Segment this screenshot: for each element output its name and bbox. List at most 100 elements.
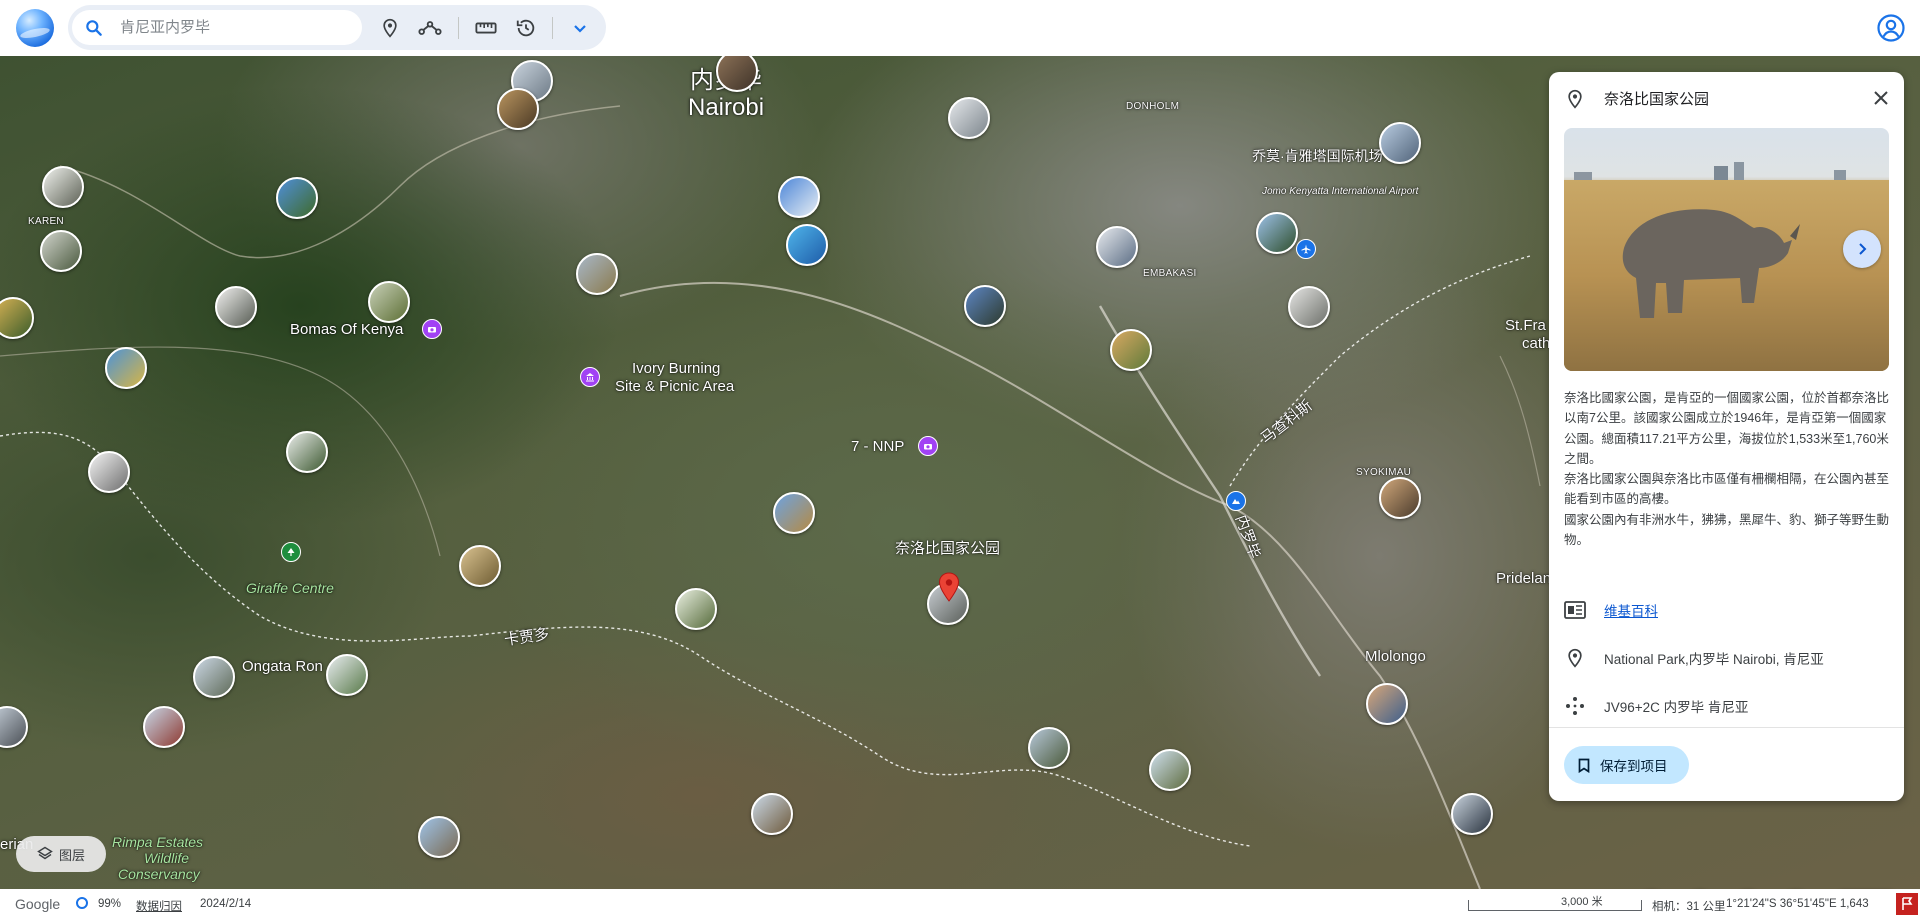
address-text: National Park,内罗毕 Nairobi, 肯尼亚 [1604,652,1824,667]
toolbar-divider [458,17,459,39]
photo-bubble[interactable] [42,166,84,208]
photo-bubble[interactable] [193,656,235,698]
account-icon[interactable] [1876,13,1906,43]
poi-landmark-icon[interactable] [1226,491,1246,511]
description-paragraph: 奈洛比國家公園，是肯亞的一個國家公園，位於首都奈洛比以南7公里。該國家公園成立於… [1564,391,1890,466]
photo-bubble[interactable] [368,281,410,323]
place-info-panel: 奈洛比国家公园 奈洛比國家公園，是肯亞的一個國家公園，位於首都奈洛比以南7公里。… [1549,72,1904,801]
search-icon[interactable] [84,18,104,38]
place-label-giraffe-centre: Giraffe Centre [246,580,334,596]
loading-percent: 99% [98,898,122,910]
location-pin-icon [383,18,397,38]
ruler-icon [475,22,497,34]
place-photo[interactable] [1564,128,1889,371]
search-box[interactable] [72,10,362,45]
measure-button[interactable] [471,13,501,43]
photo-bubble[interactable] [964,285,1006,327]
poi-museum-icon[interactable] [580,367,600,387]
photo-bubble[interactable] [1149,749,1191,791]
selected-location-pin-icon[interactable] [938,572,960,602]
photo-bubble[interactable] [751,793,793,835]
photo-bubble[interactable] [459,545,501,587]
airport-label-en: Jomo Kenyatta International Airport [1262,186,1419,197]
top-bar [0,0,1920,56]
camera-altitude: 相机：31 公里 [1652,901,1726,913]
photo-bubble[interactable] [326,654,368,696]
photo-bubble[interactable] [576,253,618,295]
panel-title: 奈洛比国家公园 [1604,91,1710,108]
airport-label-cn: 乔莫·肯雅塔国际机场 [1252,148,1383,164]
description-paragraph: 奈洛比國家公園與奈洛比市區僅有柵欄相隔，在公園內甚至能看到市區的高樓。 [1564,472,1890,507]
plus-code-row: JV96+2C 内罗毕 肯尼亚 [1549,686,1904,726]
chevron-right-icon [1859,243,1867,255]
photo-bubble[interactable] [1028,727,1070,769]
plus-code-text: JV96+2C 内罗毕 肯尼亚 [1604,700,1749,715]
photo-bubble[interactable] [215,286,257,328]
history-icon [516,19,535,37]
place-label-ivory-1: Ivory Burning [632,360,721,377]
location-pin-icon [1568,648,1582,668]
bookmark-icon [1578,758,1590,773]
close-panel-button[interactable] [1870,87,1892,109]
path-icon [418,21,442,35]
photo-bubble[interactable] [1256,212,1298,254]
photo-bubble[interactable] [1096,226,1138,268]
address-row: National Park,内罗毕 Nairobi, 肯尼亚 [1549,638,1904,678]
photo-bubble[interactable] [276,177,318,219]
historical-imagery-button[interactable] [511,13,541,43]
report-flag-icon[interactable] [1896,893,1918,915]
photo-bubble[interactable] [1110,329,1152,371]
place-label-7-nnp: 7 - NNP [851,438,905,455]
photo-bubble[interactable] [786,224,828,266]
layers-icon [37,846,53,860]
wikipedia-row[interactable]: 维基百科 [1549,590,1904,630]
data-attribution-link[interactable]: 数据归因 [136,898,182,914]
loading-ring-icon [76,897,88,909]
poi-park-icon[interactable] [281,542,301,562]
area-label-donholm: DONHOLM [1126,101,1180,112]
photo-bubble[interactable] [1288,286,1330,328]
draw-path-button[interactable] [415,13,445,43]
place-label-bomas: Bomas Of Kenya [290,321,404,338]
poi-camera-icon[interactable] [918,436,938,456]
place-label-rimpa-3: Conservancy [118,866,200,882]
layers-label: 图层 [58,847,85,863]
place-label-rimpa-2: Wildlife [144,850,189,866]
photo-bubble[interactable] [143,706,185,748]
photo-bubble[interactable] [286,431,328,473]
poi-camera-icon[interactable] [422,319,442,339]
photo-bubble[interactable] [105,347,147,389]
google-earth-logo[interactable] [16,9,54,47]
photo-bubble[interactable] [675,588,717,630]
toolbar [68,5,606,50]
photo-bubble[interactable] [40,230,82,272]
place-label-rimpa-1: Rimpa Estates [112,834,204,850]
google-brand: Google [15,896,61,912]
photo-bubble[interactable] [1379,122,1421,164]
photo-bubble[interactable] [497,88,539,130]
photo-bubble[interactable] [778,176,820,218]
photo-bubble[interactable] [88,451,130,493]
place-label-pridelan: Pridelan [1496,570,1552,587]
poi-airport-icon[interactable] [1296,239,1316,259]
save-to-project-button[interactable]: 保存到项目 [1564,746,1689,784]
photo-bubble[interactable] [948,97,990,139]
photo-bubble[interactable] [1366,683,1408,725]
toolbar-divider [552,17,553,39]
description-paragraph: 國家公園內有非洲水牛，狒狒，黑犀牛、豹、獅子等野生動物。 [1564,512,1890,548]
place-label-cath: cath [1522,335,1551,352]
photo-bubble[interactable] [418,816,460,858]
photo-bubble[interactable] [773,492,815,534]
scale-label: 3,000 米 [1561,896,1603,908]
status-bar: Google 99% 数据归因 2024/2/14 3,000 米 相机：31 … [0,889,1920,919]
search-input[interactable] [118,18,352,37]
photo-bubble[interactable] [1379,477,1421,519]
close-icon [1874,91,1888,105]
add-placemark-button[interactable] [375,13,405,43]
layers-button[interactable]: 图层 [16,836,106,872]
more-tools-button[interactable] [565,13,595,43]
wikipedia-link[interactable]: 维基百科 [1604,600,1658,620]
next-photo-button[interactable] [1843,230,1881,268]
imagery-date: 2024/2/14 [200,898,252,910]
photo-bubble[interactable] [1451,793,1493,835]
